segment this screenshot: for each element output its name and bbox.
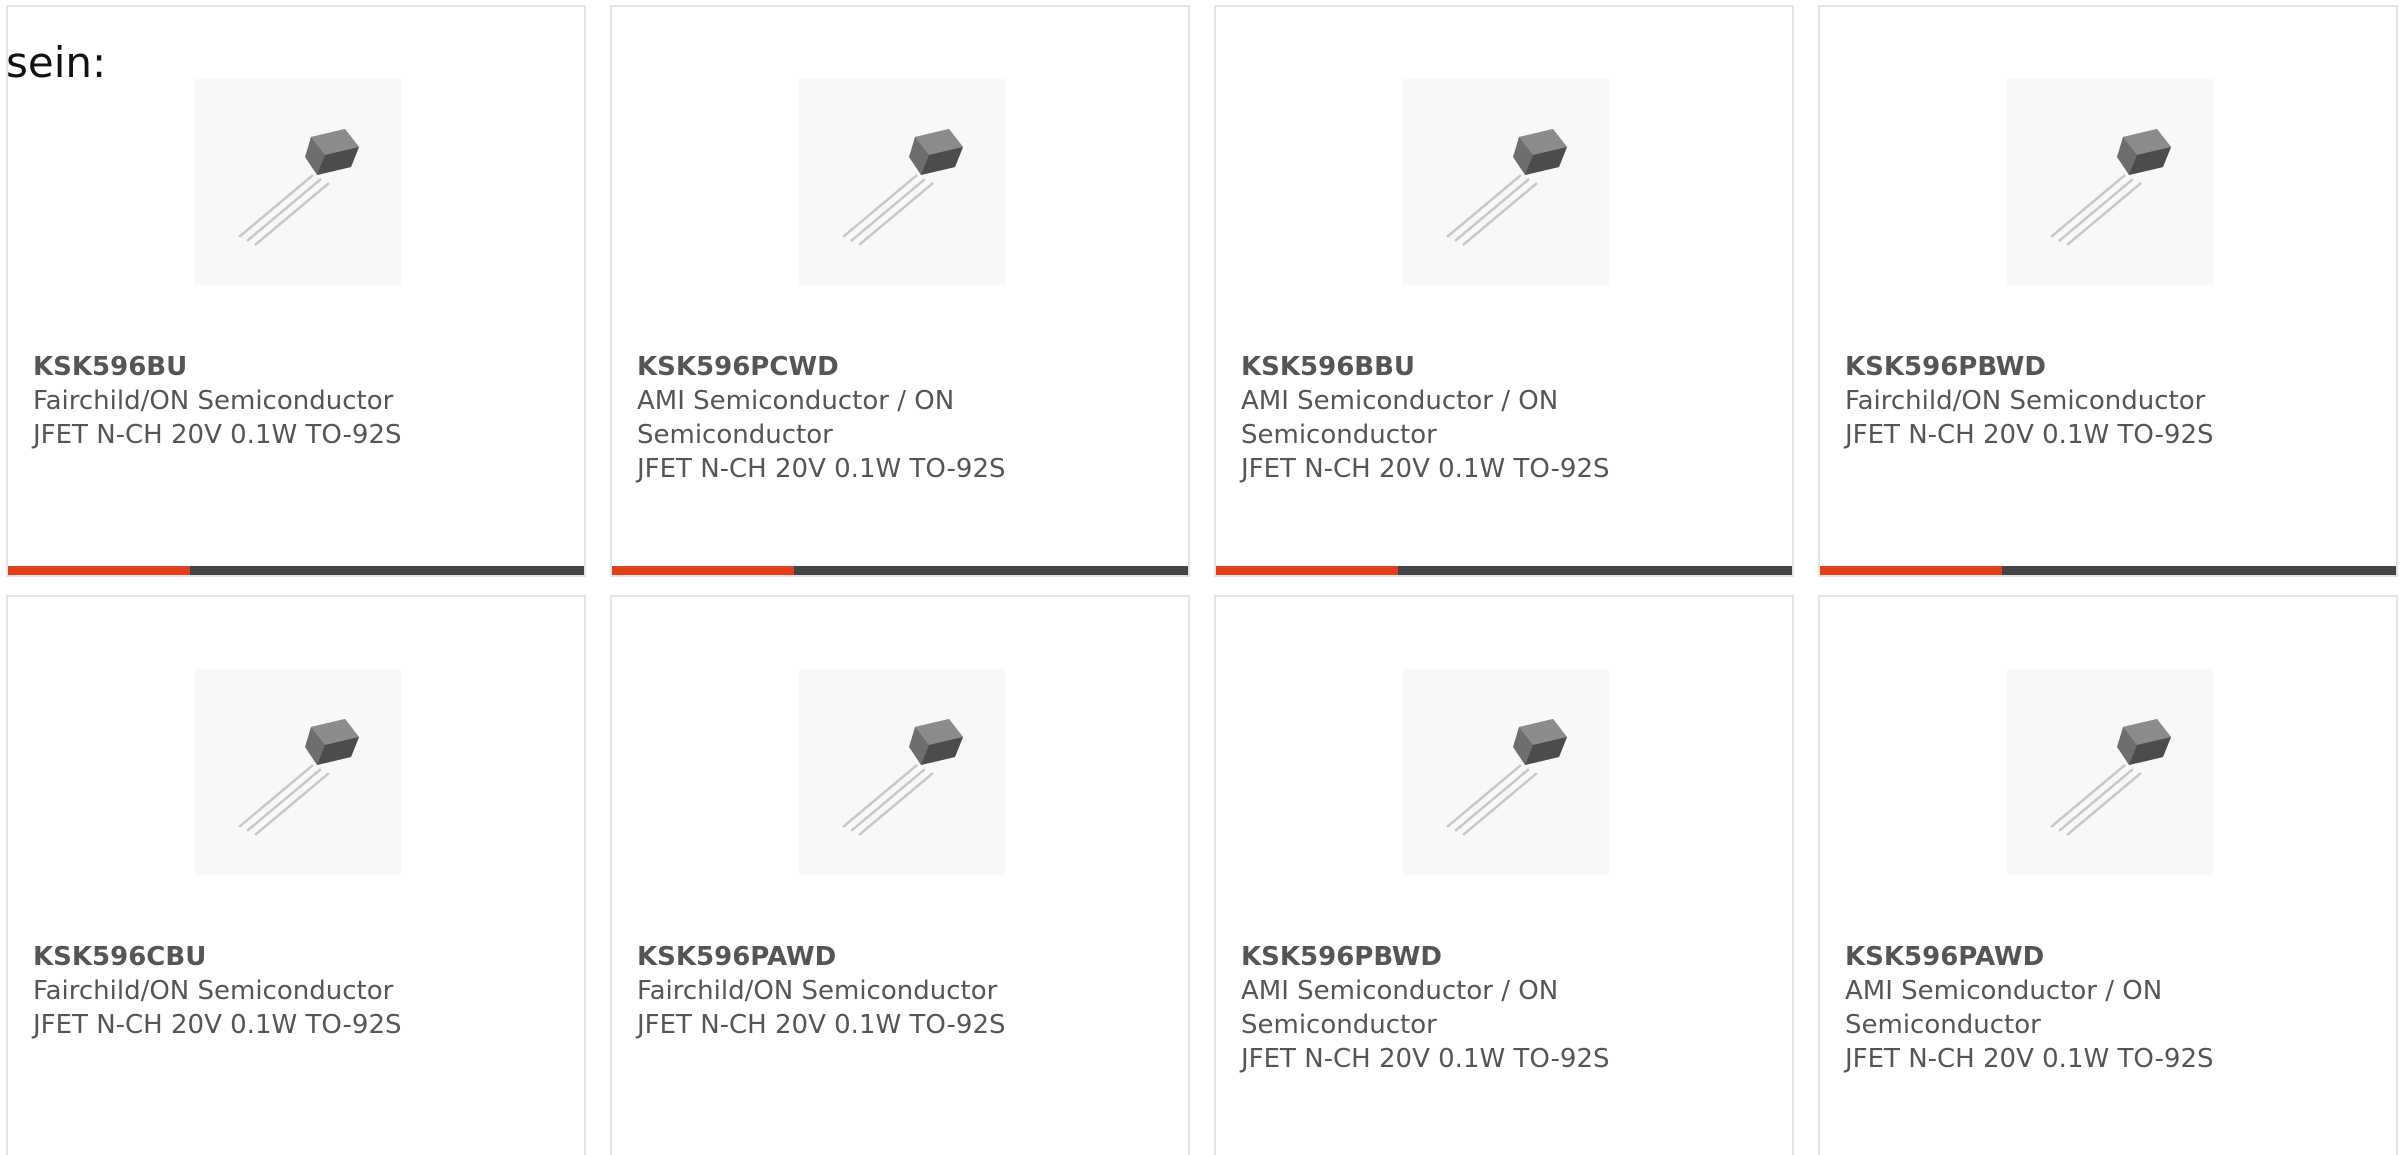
product-card[interactable]: KSK596PAWD AMI Semiconductor / ON Semico… xyxy=(1818,595,2398,1155)
product-grid: KSK596BU Fairchild/ON Semiconductor JFET… xyxy=(6,5,2400,1155)
product-card[interactable]: KSK596PBWD AMI Semiconductor / ON Semico… xyxy=(1214,595,1794,1155)
manufacturer: AMI Semiconductor / ON Semiconductor xyxy=(1241,976,1559,1040)
transistor-to92-icon xyxy=(799,79,1005,285)
transistor-to92-icon xyxy=(2007,669,2213,875)
product-card[interactable]: KSK596PBWD Fairchild/ON Semiconductor JF… xyxy=(1818,5,2398,577)
manufacturer: AMI Semiconductor / ON Semiconductor xyxy=(1241,386,1559,450)
product-description: JFET N-CH 20V 0.1W TO-92S xyxy=(637,1010,1006,1040)
part-number[interactable]: KSK596CBU xyxy=(33,940,453,974)
part-number[interactable]: KSK596PAWD xyxy=(1845,940,2265,974)
manufacturer: Fairchild/ON Semiconductor xyxy=(1845,386,2206,416)
card-accent-bar xyxy=(1820,566,2396,575)
product-info: KSK596CBU Fairchild/ON Semiconductor JFE… xyxy=(33,940,453,1042)
product-card[interactable]: KSK596BBU AMI Semiconductor / ON Semicon… xyxy=(1214,5,1794,577)
product-info: KSK596BBU AMI Semiconductor / ON Semicon… xyxy=(1241,350,1661,486)
transistor-to92-icon xyxy=(2007,79,2213,285)
product-card[interactable]: KSK596CBU Fairchild/ON Semiconductor JFE… xyxy=(6,595,586,1155)
product-card[interactable]: KSK596PAWD Fairchild/ON Semiconductor JF… xyxy=(610,595,1190,1155)
part-number[interactable]: KSK596PCWD xyxy=(637,350,1057,384)
part-number[interactable]: KSK596PBWD xyxy=(1241,940,1661,974)
manufacturer: Fairchild/ON Semiconductor xyxy=(637,976,998,1006)
part-number[interactable]: KSK596BU xyxy=(33,350,453,384)
product-info: KSK596PAWD AMI Semiconductor / ON Semico… xyxy=(1845,940,2265,1076)
transistor-to92-icon xyxy=(1403,669,1609,875)
product-description: JFET N-CH 20V 0.1W TO-92S xyxy=(1845,1044,2214,1074)
product-info: KSK596PBWD Fairchild/ON Semiconductor JF… xyxy=(1845,350,2265,452)
intro-text: sein: xyxy=(6,38,107,87)
product-info: KSK596PCWD AMI Semiconductor / ON Semico… xyxy=(637,350,1057,486)
product-info: KSK596BU Fairchild/ON Semiconductor JFET… xyxy=(33,350,453,452)
transistor-to92-icon xyxy=(799,669,1005,875)
product-card[interactable]: KSK596BU Fairchild/ON Semiconductor JFET… xyxy=(6,5,586,577)
product-info: KSK596PAWD Fairchild/ON Semiconductor JF… xyxy=(637,940,1057,1042)
transistor-to92-icon xyxy=(1403,79,1609,285)
manufacturer: Fairchild/ON Semiconductor xyxy=(33,386,394,416)
manufacturer: AMI Semiconductor / ON Semiconductor xyxy=(1845,976,2163,1040)
part-number[interactable]: KSK596PAWD xyxy=(637,940,1057,974)
manufacturer: Fairchild/ON Semiconductor xyxy=(33,976,394,1006)
transistor-to92-icon xyxy=(195,669,401,875)
card-accent-bar xyxy=(8,566,584,575)
product-description: JFET N-CH 20V 0.1W TO-92S xyxy=(1241,1044,1610,1074)
card-accent-bar xyxy=(1216,566,1792,575)
page: sein: KSK596BU Fairchild/ON Semiconducto… xyxy=(0,0,2400,1155)
transistor-to92-icon xyxy=(195,79,401,285)
product-info: KSK596PBWD AMI Semiconductor / ON Semico… xyxy=(1241,940,1661,1076)
product-description: JFET N-CH 20V 0.1W TO-92S xyxy=(33,420,402,450)
part-number[interactable]: KSK596BBU xyxy=(1241,350,1661,384)
product-description: JFET N-CH 20V 0.1W TO-92S xyxy=(1845,420,2214,450)
product-description: JFET N-CH 20V 0.1W TO-92S xyxy=(33,1010,402,1040)
card-accent-bar xyxy=(612,566,1188,575)
manufacturer: AMI Semiconductor / ON Semiconductor xyxy=(637,386,955,450)
product-description: JFET N-CH 20V 0.1W TO-92S xyxy=(637,454,1006,484)
part-number[interactable]: KSK596PBWD xyxy=(1845,350,2265,384)
product-card[interactable]: KSK596PCWD AMI Semiconductor / ON Semico… xyxy=(610,5,1190,577)
product-description: JFET N-CH 20V 0.1W TO-92S xyxy=(1241,454,1610,484)
